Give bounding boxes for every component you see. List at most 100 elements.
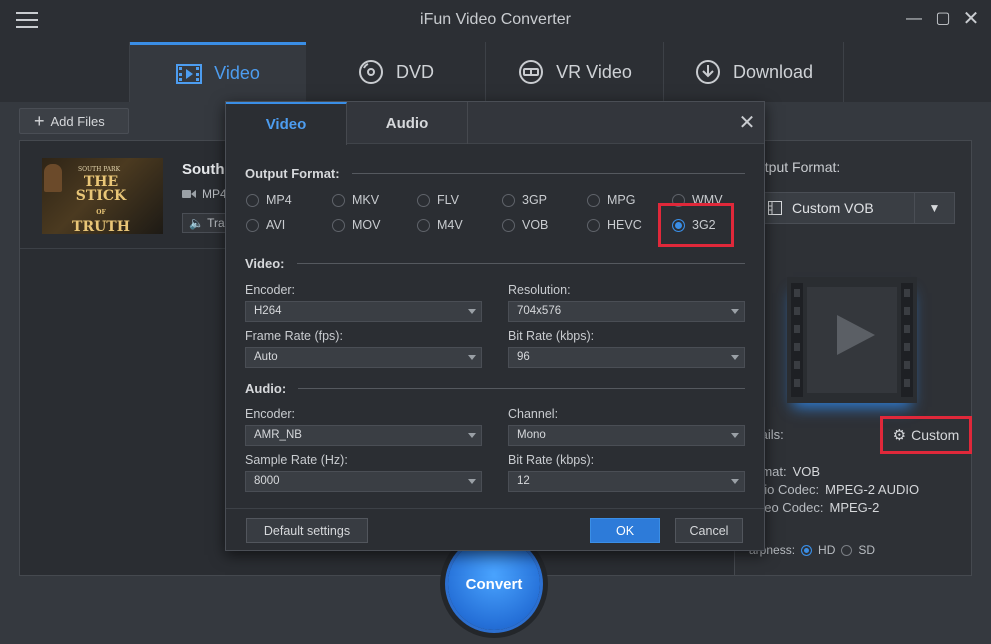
tab-video-label: Video — [214, 63, 260, 83]
chevron-down-icon — [731, 479, 739, 484]
output-format-section: Output Format: — [245, 166, 745, 181]
info-video-codec: deo Codec: MPEG-2 — [757, 500, 879, 515]
chevron-down-icon — [468, 479, 476, 484]
resolution-value: 704x576 — [517, 305, 562, 317]
channel-select[interactable]: Mono — [508, 425, 745, 446]
format-radio-m4v[interactable]: M4V — [417, 218, 463, 232]
sharpness-sd-radio[interactable] — [841, 544, 853, 556]
info-format: rmat: VOB — [757, 464, 820, 479]
resolution-label: Resolution: — [508, 283, 571, 297]
convert-button[interactable]: Convert — [448, 538, 540, 630]
format-label-hevc: HEVC — [607, 218, 642, 232]
format-radio-mpg[interactable]: MPG — [587, 193, 635, 207]
framerate-label: Frame Rate (fps): — [245, 329, 343, 343]
thumbnail-character — [44, 164, 62, 192]
vr-headset-icon — [519, 60, 544, 84]
output-format-select[interactable]: Custom VOB ▼ — [757, 192, 955, 224]
dialog-tabs: Video Audio ✕ — [226, 102, 764, 145]
video-bitrate-value: 96 — [517, 351, 530, 363]
video-section: Video: — [245, 256, 745, 271]
channel-value: Mono — [517, 429, 546, 441]
thumbnail-title: THE STICK OF TRUTH — [66, 175, 136, 234]
chevron-down-icon — [468, 355, 476, 360]
tab-download-label: Download — [732, 61, 814, 82]
maximize-icon[interactable]: ▢ — [933, 9, 953, 29]
chevron-down-icon — [731, 309, 739, 314]
title-bar: iFun Video Converter — ▢ ✕ — [0, 0, 991, 42]
download-icon — [695, 60, 720, 84]
framerate-value: Auto — [254, 351, 278, 363]
close-window-icon[interactable]: ✕ — [961, 9, 981, 29]
info-audio-codec-value: MPEG-2 AUDIO — [825, 482, 920, 497]
video-encoder-select[interactable]: H264 — [245, 301, 482, 322]
dialog-tab-video[interactable]: Video — [226, 102, 347, 145]
dialog-footer: Default settings OK Cancel — [226, 508, 764, 550]
format-label-flv: FLV — [437, 193, 459, 207]
custom-settings-button[interactable]: ⚙ Custom — [880, 416, 972, 454]
dialog-close-icon[interactable]: ✕ — [736, 112, 758, 134]
samplerate-label: Sample Rate (Hz): — [245, 453, 348, 467]
format-radio-flv[interactable]: FLV — [417, 193, 459, 207]
gear-icon: ⚙ — [892, 427, 907, 444]
thumbnail-text-1: SOUTH PARK — [78, 166, 121, 173]
format-radio-3gp[interactable]: 3GP — [502, 193, 547, 207]
info-audio-codec: dio Codec: MPEG-2 AUDIO — [757, 482, 919, 497]
sharpness-sd-label: SD — [858, 543, 876, 557]
samplerate-select[interactable]: 8000 — [245, 471, 482, 492]
format-radio-mov[interactable]: MOV — [332, 218, 380, 232]
format-label-mp4: MP4 — [266, 193, 292, 207]
tab-video[interactable]: Video — [130, 42, 306, 102]
format-label-mkv: MKV — [352, 193, 380, 207]
add-files-button[interactable]: + Add Files — [19, 108, 129, 134]
format-radio-vob[interactable]: VOB — [502, 218, 548, 232]
format-radio-mp4[interactable]: MP4 — [246, 193, 292, 207]
tab-vr-video[interactable]: VR Video — [486, 42, 664, 102]
tab-vr-video-label: VR Video — [556, 61, 632, 82]
video-bitrate-select[interactable]: 96 — [508, 347, 745, 368]
video-encoder-value: H264 — [254, 305, 282, 317]
tab-dvd-label: DVD — [395, 61, 434, 82]
format-label-3gp: 3GP — [522, 193, 548, 207]
dialog-tab-audio[interactable]: Audio — [347, 102, 468, 144]
format-radio-mkv[interactable]: MKV — [332, 193, 379, 207]
file-format: MP4 — [182, 187, 227, 201]
video-bitrate-label: Bit Rate (kbps): — [508, 329, 595, 343]
chevron-down-icon[interactable]: ▼ — [914, 193, 954, 223]
format-label-avi: AVI — [266, 218, 286, 232]
plus-icon: + — [34, 111, 45, 131]
film-play-icon — [787, 277, 917, 403]
samplerate-value: 8000 — [254, 475, 280, 487]
tab-dvd[interactable]: DVD — [306, 42, 486, 102]
format-label-vob: VOB — [522, 218, 549, 232]
thumbnail-text-3: OF — [96, 209, 106, 216]
framerate-select[interactable]: Auto — [245, 347, 482, 368]
speaker-icon: 🔈 — [189, 216, 204, 230]
video-camera-icon — [182, 190, 196, 198]
info-video-codec-label: deo Codec: — [757, 500, 824, 515]
audio-bitrate-select[interactable]: 12 — [508, 471, 745, 492]
default-settings-button[interactable]: Default settings — [246, 518, 368, 543]
format-radio-hevc[interactable]: HEVC — [587, 218, 642, 232]
audio-section: Audio: — [245, 381, 745, 396]
ok-button[interactable]: OK — [590, 518, 660, 543]
chevron-down-icon — [731, 433, 739, 438]
tab-download[interactable]: Download — [664, 42, 844, 102]
sharpness-hd-radio[interactable] — [801, 544, 813, 556]
minimize-icon[interactable]: — — [904, 9, 924, 29]
window-title: iFun Video Converter — [420, 11, 571, 28]
audio-encoder-label: Encoder: — [245, 407, 296, 421]
audio-encoder-select[interactable]: AMR_NB — [245, 425, 482, 446]
channel-label: Channel: — [508, 407, 559, 421]
cancel-button[interactable]: Cancel — [675, 518, 743, 543]
format-radio-3g2[interactable]: 3G2 — [672, 218, 716, 232]
chevron-down-icon — [468, 309, 476, 314]
resolution-select[interactable]: 704x576 — [508, 301, 745, 322]
tab-spacer — [0, 42, 130, 102]
video-thumbnail: SOUTH PARK THE STICK OF TRUTH — [42, 158, 163, 234]
info-format-value: VOB — [792, 464, 821, 479]
main-tabs: Video DVD VR Video Download — [0, 42, 991, 102]
format-radio-wmv[interactable]: WMV — [672, 193, 723, 207]
audio-encoder-value: AMR_NB — [254, 429, 302, 441]
format-radio-avi[interactable]: AVI — [246, 218, 285, 232]
output-format-label: utput Format: — [757, 159, 841, 175]
